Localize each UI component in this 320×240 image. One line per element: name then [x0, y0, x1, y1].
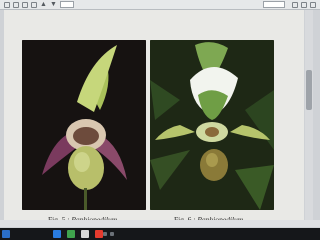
fit-page-icon[interactable] — [292, 1, 298, 8]
orchid-photo-left — [22, 40, 146, 210]
taskbar — [0, 228, 320, 240]
explorer-icon[interactable] — [53, 230, 61, 238]
pdf-toolbar: ▲ ▼ — [0, 0, 320, 10]
document-page: Fig. 5 : Paphiopedilum Fig. 6 : Paphiope… — [4, 10, 304, 224]
page-number-field[interactable] — [59, 1, 74, 8]
prev-page-icon[interactable]: ▲ — [40, 1, 47, 9]
chrome-icon[interactable] — [67, 230, 75, 238]
comment-icon[interactable] — [301, 1, 307, 8]
vertical-scrollbar[interactable] — [305, 10, 313, 222]
status-bar — [0, 220, 320, 227]
network-icon[interactable] — [103, 232, 107, 236]
pdf-viewer-window: ▲ ▼ — [0, 0, 320, 228]
orchid-photo-right — [150, 40, 274, 210]
scroll-thumb[interactable] — [306, 70, 312, 110]
next-page-icon[interactable]: ▼ — [50, 1, 57, 9]
system-tray — [103, 232, 114, 236]
print-icon[interactable] — [13, 1, 19, 8]
zoom-field[interactable] — [263, 1, 285, 8]
email-icon[interactable] — [22, 1, 28, 8]
windows-start-icon[interactable] — [2, 230, 10, 238]
acrobat-icon[interactable] — [95, 230, 103, 238]
volume-icon[interactable] — [110, 232, 114, 236]
search-icon[interactable] — [31, 1, 37, 8]
share-icon[interactable] — [310, 1, 316, 8]
document-icon[interactable] — [81, 230, 89, 238]
save-icon[interactable] — [4, 1, 10, 8]
